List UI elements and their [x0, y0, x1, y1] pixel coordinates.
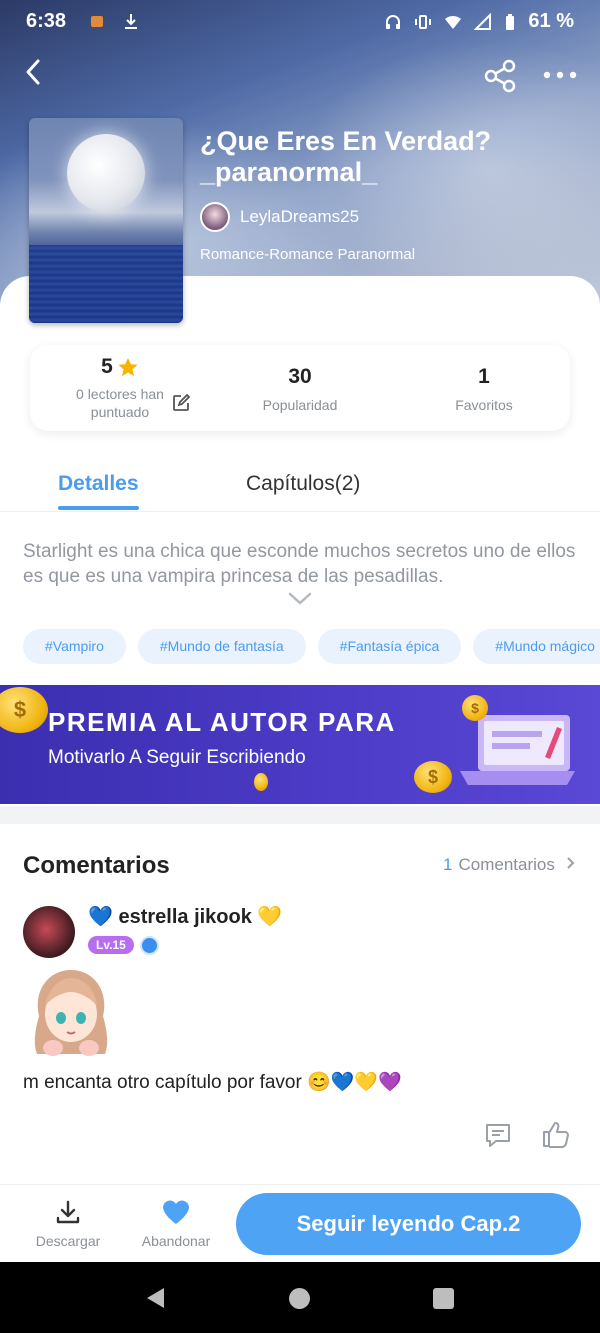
author-row[interactable]: LeylaDreams25 — [200, 202, 359, 232]
commenter-name[interactable]: 💙 estrella jikook 💛 — [88, 904, 282, 929]
battery-icon — [506, 13, 515, 30]
comments-link-label: Comentarios — [458, 855, 555, 874]
star-icon — [118, 357, 138, 377]
wifi-icon — [445, 15, 462, 29]
expand-chevron-icon[interactable] — [288, 592, 312, 606]
comments-section: Comentarios 1 Comentarios 💙 estrella jiko… — [0, 824, 600, 1184]
download-label: Descargar — [35, 1233, 101, 1249]
share-icon[interactable] — [482, 58, 518, 94]
abandon-button[interactable]: Abandonar — [136, 1199, 216, 1249]
tag-chip[interactable]: #Vampiro — [23, 629, 126, 664]
popularity-stat: 30 Popularidad — [230, 365, 370, 413]
level-badge: Lv.15 — [88, 936, 134, 954]
rating-label: 0 lectores han puntuado — [76, 386, 164, 420]
coin-icon: $ — [462, 695, 488, 721]
edit-rating-icon[interactable] — [171, 393, 191, 413]
favorites-stat: 1 Favoritos — [414, 365, 554, 413]
heart-icon — [163, 1200, 189, 1224]
anime-girl-sticker — [34, 970, 108, 1056]
continue-reading-button[interactable]: Seguir leyendo Cap.2 — [236, 1193, 581, 1255]
battery-percent: 61 % — [528, 10, 574, 32]
nav-home-icon[interactable] — [289, 1288, 310, 1309]
tag-chip[interactable]: #Fantasía épica — [317, 629, 462, 664]
download-notification-icon — [125, 14, 137, 29]
bottom-action-bar: Descargar Abandonar Seguir leyendo Cap.2 — [0, 1184, 600, 1262]
banner-subtitle: Motivarlo A Seguir Escribiendo — [48, 747, 306, 768]
reply-icon[interactable] — [484, 1122, 512, 1148]
tag-list: #Vampiro #Mundo de fantasía #Fantasía ép… — [23, 629, 600, 664]
verified-badge-icon — [140, 936, 159, 955]
all-comments-link[interactable]: 1 Comentarios — [443, 855, 576, 875]
book-title: ¿Que Eres En Verdad? _paranormal_ — [200, 126, 492, 187]
cover-moon — [67, 134, 145, 212]
coin-icon: $ — [0, 687, 48, 733]
cover-sea — [29, 245, 183, 323]
favorites-label: Favoritos — [455, 397, 513, 413]
chevron-right-icon — [566, 857, 574, 869]
nav-back-icon[interactable] — [144, 1286, 166, 1310]
download-icon — [56, 1200, 80, 1224]
android-nav-bar — [0, 1262, 600, 1333]
banner-headline: PREMIA AL AUTOR PARA — [48, 707, 396, 737]
tab-bar: Detalles Capítulos(2) — [0, 460, 600, 512]
coin-icon — [254, 773, 268, 791]
comments-count: 1 — [443, 855, 453, 874]
rating-value: 5 — [101, 355, 113, 378]
app-notification-icon — [91, 16, 103, 27]
signal-icon — [474, 12, 492, 30]
popularity-label: Popularidad — [262, 397, 338, 413]
abandon-label: Abandonar — [141, 1233, 211, 1249]
back-icon[interactable] — [18, 56, 50, 88]
like-icon[interactable] — [541, 1120, 571, 1148]
commenter-avatar[interactable] — [23, 906, 75, 958]
tag-chip[interactable]: #Mundo de fantasía — [137, 629, 306, 664]
author-avatar — [200, 202, 230, 232]
status-time: 6:38 — [26, 10, 67, 32]
tab-chapters[interactable]: Capítulos(2) — [246, 472, 360, 496]
book-cover[interactable] — [29, 118, 183, 323]
coin-icon: $ — [414, 761, 452, 793]
book-genre: Romance-Romance Paranormal — [200, 246, 416, 263]
tab-details[interactable]: Detalles — [58, 472, 139, 510]
author-name: LeylaDreams25 — [240, 207, 360, 226]
favorites-value: 1 — [478, 365, 490, 388]
rating-stat[interactable]: 5 0 lectores han puntuado — [50, 355, 190, 421]
status-bar: 6:38 61 % — [0, 0, 600, 44]
comment-text: m encanta otro capítulo por favor 😊💙💛💜 — [23, 1072, 402, 1093]
download-button[interactable]: Descargar — [30, 1199, 106, 1249]
reward-author-banner[interactable]: $ PREMIA AL AUTOR PARA Motivarlo A Segui… — [0, 685, 600, 804]
vibrate-icon — [415, 14, 432, 29]
book-description: Starlight es una chica que esconde mucho… — [23, 541, 576, 587]
comments-title: Comentarios — [23, 852, 170, 879]
more-options-icon[interactable] — [540, 62, 580, 88]
nav-recents-icon[interactable] — [433, 1288, 454, 1309]
stats-card: 5 0 lectores han puntuado 30 Popularidad… — [30, 345, 570, 431]
headphones-icon — [386, 14, 401, 29]
tag-chip[interactable]: #Mundo mágico — [473, 629, 600, 664]
popularity-value: 30 — [288, 365, 312, 388]
